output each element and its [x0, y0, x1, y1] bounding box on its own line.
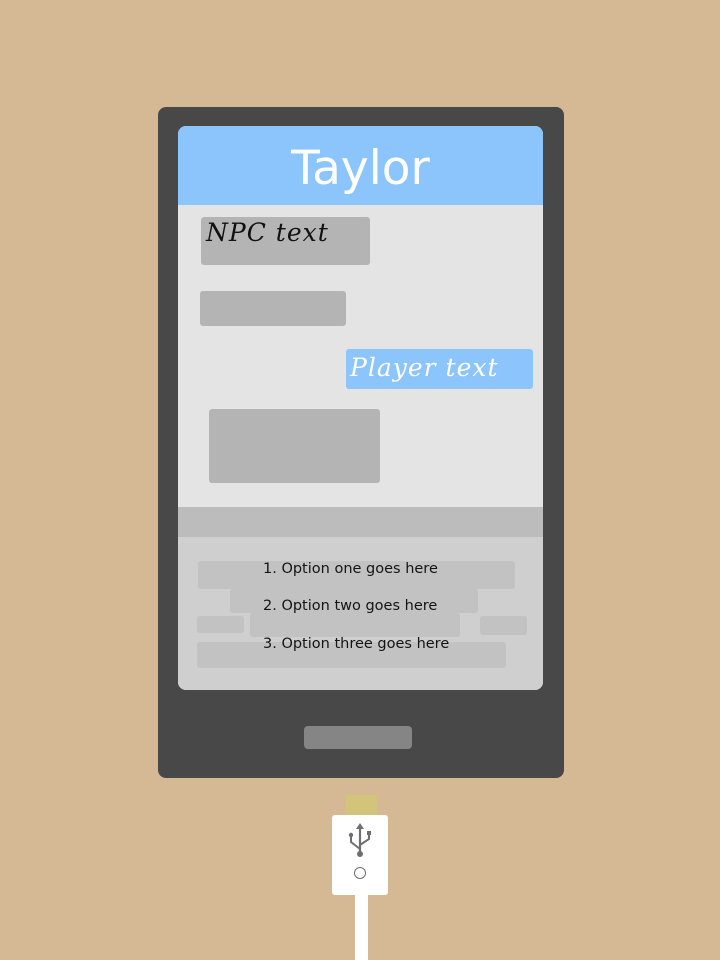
usb-connector-tip [346, 795, 377, 817]
usb-icon [344, 822, 376, 866]
dialogue-option-3[interactable]: 3. Option three goes here [263, 636, 449, 652]
option-placeholder-bar [250, 613, 460, 637]
npc-message-bubble [200, 291, 346, 326]
dialogue-option-1[interactable]: 1. Option one goes here [263, 561, 438, 577]
usb-hole [354, 867, 366, 879]
option-placeholder-bar [197, 616, 244, 633]
contact-name: Taylor [291, 141, 430, 196]
phone-screen: Taylor NPC text Player text 1. Option on… [178, 126, 543, 690]
npc-message-bubble: NPC text [201, 217, 370, 265]
home-button[interactable] [304, 726, 412, 749]
dialogue-options-panel: 1. Option one goes here 2. Option two go… [178, 537, 543, 690]
player-message-text: Player text [350, 353, 499, 382]
npc-message-bubble [209, 409, 380, 483]
option-placeholder-bar [480, 616, 527, 635]
usb-cable-wire [355, 895, 368, 960]
player-message-bubble: Player text [346, 349, 533, 389]
options-divider [178, 507, 543, 537]
chat-header: Taylor [178, 126, 543, 205]
npc-message-text: NPC text [206, 218, 329, 247]
dialogue-option-2[interactable]: 2. Option two goes here [263, 598, 437, 614]
